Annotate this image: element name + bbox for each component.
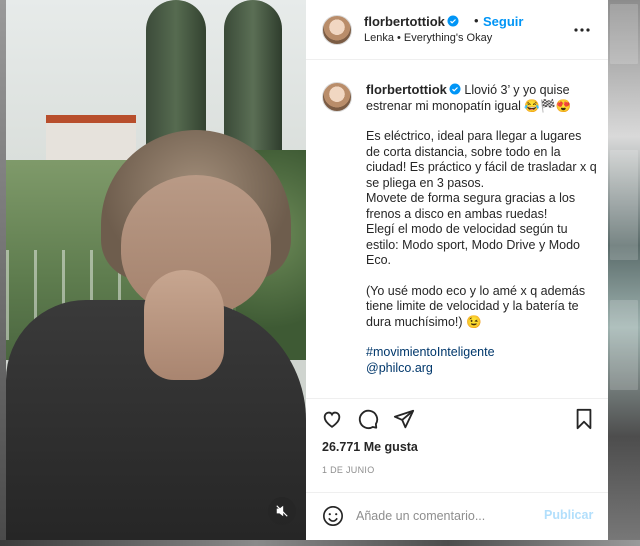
caption-line: Es eléctrico, ideal para llegar a lugare…: [366, 129, 597, 190]
comment-input[interactable]: [356, 506, 536, 526]
hashtag-link[interactable]: #movimientoInteligente: [366, 345, 598, 361]
more-options-button[interactable]: [572, 20, 592, 40]
caption-paragraph: (Yo usé modo eco y lo amé x q además tie…: [366, 283, 586, 329]
caption-links: #movimientoInteligente @philco.arg: [366, 345, 598, 376]
like-count[interactable]: 26.771 Me gusta: [322, 440, 418, 454]
background-tile: [610, 300, 638, 390]
video-house: [46, 115, 136, 165]
background-tile: [610, 4, 638, 64]
post-date[interactable]: 1 DE JUNIO: [322, 465, 375, 475]
caption-username[interactable]: florbertottiok: [366, 82, 461, 97]
avatar[interactable]: [322, 15, 352, 45]
post-caption: florbertottiok Llovió 3’ y yo quise estr…: [306, 60, 608, 398]
speaker-muted-icon: [276, 505, 288, 517]
bookmark-icon: [576, 408, 592, 430]
verified-badge-icon: [447, 15, 459, 27]
video-person-hand: [144, 270, 224, 380]
heart-icon: [323, 411, 341, 428]
post-actions: [306, 398, 608, 434]
smiley-icon: [323, 506, 343, 526]
caption-avatar[interactable]: [322, 82, 352, 112]
post-details-panel: florbertottiok • Seguir Lenka • Everythi…: [306, 0, 608, 540]
more-options-icon: [574, 28, 590, 32]
comment-button[interactable]: [356, 407, 380, 431]
caption-text: florbertottiok Llovió 3’ y yo quise estr…: [366, 82, 598, 376]
header-username[interactable]: florbertottiok: [364, 14, 459, 29]
publish-button[interactable]: Publicar: [544, 508, 593, 522]
comment-icon: [358, 409, 379, 430]
emoji-button[interactable]: [322, 505, 344, 527]
background-right-strip: [608, 0, 640, 546]
caption-line: Movete de forma segura gracias a los fre…: [366, 191, 576, 221]
header-separator: •: [474, 13, 479, 28]
mute-button[interactable]: [268, 497, 296, 525]
comment-bar: Publicar: [306, 492, 608, 540]
share-button[interactable]: [392, 407, 416, 431]
background-bottom-strip: [0, 540, 640, 546]
paper-plane-icon: [393, 409, 415, 429]
save-button[interactable]: [572, 407, 596, 431]
background-tile: [610, 150, 638, 260]
follow-button[interactable]: Seguir: [483, 14, 523, 29]
post-header: florbertottiok • Seguir Lenka • Everythi…: [306, 0, 608, 60]
mention-link[interactable]: @philco.arg: [366, 361, 598, 377]
verified-badge-icon: [449, 83, 461, 95]
caption-line: Elegí el modo de velocidad según tu esti…: [366, 222, 580, 267]
post-video[interactable]: [6, 0, 306, 540]
caption-paragraph: Es eléctrico, ideal para llegar a lugare…: [366, 129, 598, 269]
like-button[interactable]: [320, 407, 344, 431]
post-audio-info[interactable]: Lenka • Everything's Okay: [364, 32, 492, 44]
